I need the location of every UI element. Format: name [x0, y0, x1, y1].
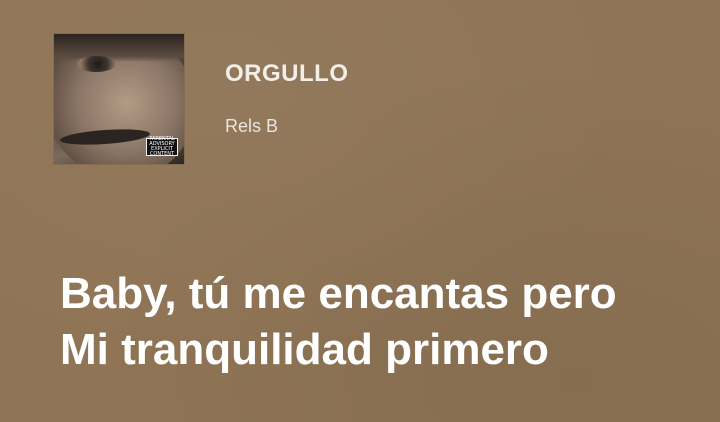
lyrics-share-card: PARENTAL ADVISORY EXPLICIT CONTENT ORGUL…	[0, 0, 720, 422]
cover-hair	[54, 34, 184, 62]
album-cover-image: PARENTAL ADVISORY EXPLICIT CONTENT	[54, 34, 184, 164]
artist-name: Rels B	[225, 116, 279, 136]
explicit-badge: PARENTAL ADVISORY EXPLICIT CONTENT	[146, 137, 178, 157]
lyric-line: Baby, tú me encantas pero	[60, 269, 617, 318]
song-title: ORGULLO	[225, 60, 349, 87]
cover-eye	[76, 56, 116, 72]
lyric-line: Mi tranquilidad primero	[60, 325, 549, 374]
lyrics-block: Baby, tú me encantas pero Mi tranquilida…	[60, 266, 700, 378]
